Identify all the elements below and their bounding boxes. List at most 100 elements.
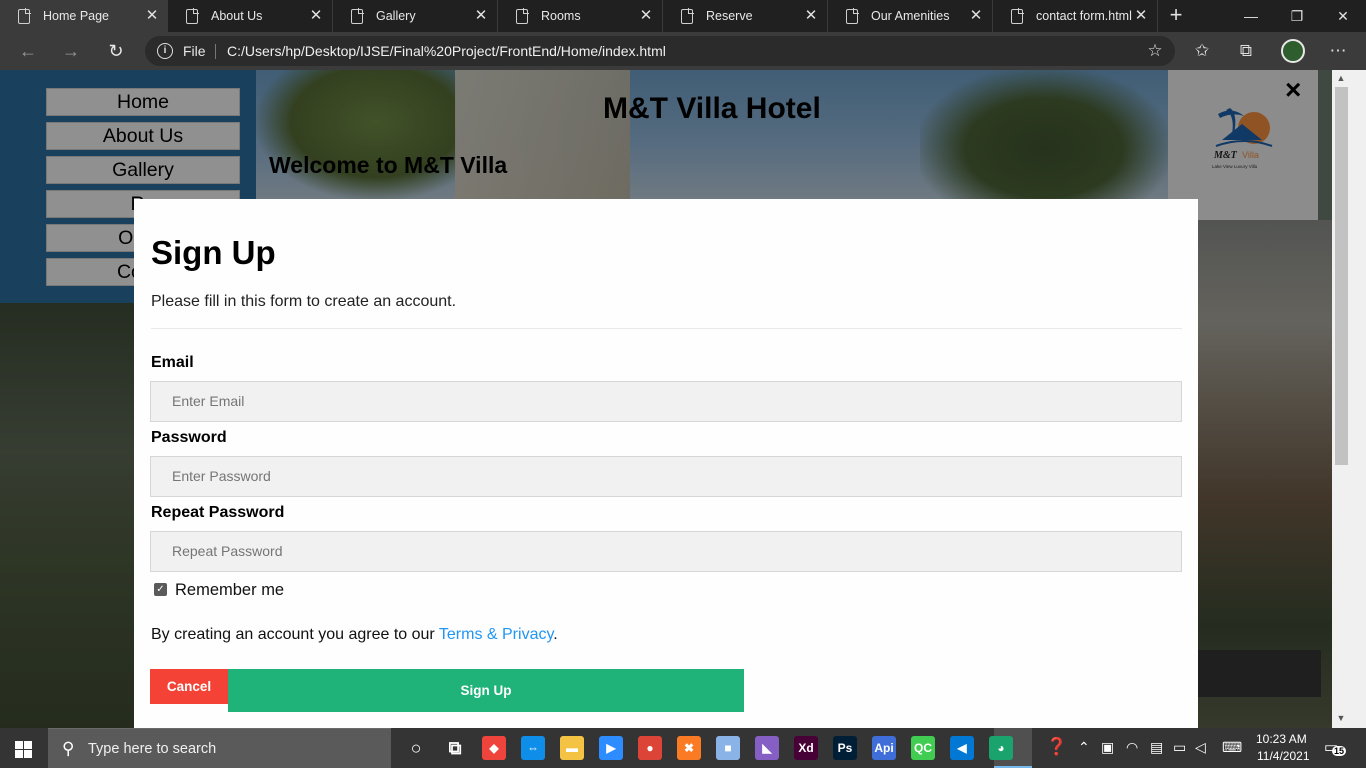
visual-studio-icon[interactable]: ◣ (755, 736, 779, 760)
remember-label: Remember me (175, 581, 285, 599)
battery-icon[interactable]: ▭ (1173, 739, 1186, 756)
anydesk-icon[interactable]: ◆ (482, 736, 506, 760)
file-explorer-icon[interactable]: ▬ (560, 736, 584, 760)
new-tab-button[interactable]: + (1158, 0, 1194, 32)
remember-checkbox[interactable]: ✓ (154, 583, 167, 596)
signup-button[interactable]: Sign Up (228, 669, 744, 712)
close-tab-icon[interactable]: ✕ (638, 8, 654, 24)
page-icon (846, 7, 859, 24)
volume-icon[interactable]: ◁ (1195, 739, 1206, 756)
adobe-xd-icon[interactable]: Xd (794, 736, 818, 760)
tab-label: Our Amenities (871, 9, 950, 23)
clock-date[interactable]: 11/4/2021 (1257, 749, 1310, 763)
tab-about-us[interactable]: About Us ✕ (168, 0, 333, 32)
tab-strip: Home Page ✕ About Us ✕ Gallery ✕ Rooms ✕… (0, 0, 1366, 32)
minimize-icon[interactable]: — (1228, 0, 1274, 32)
wifi-icon[interactable]: ◠ (1126, 739, 1138, 756)
scheme-label: File (183, 43, 206, 59)
cortana-icon[interactable]: ○ (404, 736, 428, 760)
tab-label: Home Page (43, 9, 110, 23)
page-icon (681, 7, 694, 24)
taskbar-search[interactable]: ⚲ Type here to search (48, 728, 391, 768)
divider (151, 328, 1182, 329)
profile-avatar[interactable] (1281, 39, 1305, 63)
close-tab-icon[interactable]: ✕ (308, 8, 324, 24)
qt-creator-icon[interactable]: QC (911, 736, 935, 760)
zoom-icon[interactable]: ▶ (599, 736, 623, 760)
favorites-icon[interactable]: ✩ (1192, 41, 1212, 61)
tray-app-icon[interactable]: ▣ (1101, 739, 1114, 756)
page-icon (351, 7, 364, 24)
repeat-password-field[interactable]: Repeat Password (150, 531, 1182, 572)
url-text[interactable]: C:/Users/hp/Desktop/IJSE/Final%20Project… (227, 43, 666, 59)
virtualbox-icon[interactable]: ■ (716, 736, 740, 760)
password-field[interactable]: Enter Password (150, 456, 1182, 497)
page-icon (516, 7, 529, 24)
chrome-icon[interactable]: ● (638, 736, 662, 760)
page-viewport: Home About Us Gallery Ro Our A Conta M&T… (0, 70, 1332, 728)
terms-suffix: . (553, 626, 558, 643)
refresh-icon[interactable]: ↻ (98, 32, 134, 70)
address-separator (215, 44, 216, 59)
email-label: Email (151, 354, 194, 371)
terms-link[interactable]: Terms & Privacy (439, 626, 553, 643)
close-tab-icon[interactable]: ✕ (144, 8, 160, 24)
close-tab-icon[interactable]: ✕ (803, 8, 819, 24)
background-panel (1198, 650, 1321, 697)
page-icon (186, 7, 199, 24)
tab-contact-form[interactable]: contact form.html ✕ (993, 0, 1158, 32)
search-placeholder: Type here to search (88, 741, 217, 757)
tab-gallery[interactable]: Gallery ✕ (333, 0, 498, 32)
tab-label: About Us (211, 9, 263, 23)
password-label: Password (151, 429, 227, 446)
cancel-button[interactable]: Cancel (150, 669, 228, 704)
add-favorite-icon[interactable]: ☆ (1145, 41, 1165, 61)
window-close-icon[interactable]: ✕ (1320, 0, 1366, 32)
close-tab-icon[interactable]: ✕ (1133, 8, 1149, 24)
windows-taskbar: ⚲ Type here to search ○ ⧉ ◆ ⇔ ▬ ▶ ● ✖ ■ ◣ Xd Ps Api Q… (0, 728, 1366, 768)
collections-icon[interactable]: ⧉ (1236, 41, 1256, 61)
page-icon (18, 7, 31, 24)
postman-icon[interactable]: Api (872, 736, 896, 760)
tab-label: contact form.html (1036, 9, 1132, 23)
close-tab-icon[interactable]: ✕ (473, 8, 489, 24)
terms-prefix: By creating an account you agree to our (151, 626, 439, 643)
tray-chevron-icon[interactable]: ⌃ (1078, 739, 1090, 756)
more-menu-icon[interactable]: ⋯ (1328, 41, 1348, 61)
teamviewer-icon[interactable]: ⇔ (521, 736, 545, 760)
restore-icon[interactable]: ❐ (1274, 0, 1320, 32)
windows-start-icon[interactable] (0, 728, 48, 768)
scrollbar-thumb[interactable] (1335, 87, 1348, 465)
repeat-password-label: Repeat Password (151, 504, 285, 521)
task-view-icon[interactable]: ⧉ (443, 736, 467, 760)
browser-toolbar: ← → ↻ i File C:/Users/hp/Desktop/IJSE/Fi… (0, 32, 1366, 70)
scroll-up-icon[interactable]: ▲ (1334, 73, 1348, 83)
page-icon (1011, 7, 1024, 24)
notification-icon[interactable]: ▭ 15 (1324, 738, 1347, 758)
photoshop-icon[interactable]: Ps (833, 736, 857, 760)
vscode-icon[interactable]: ◀ (950, 736, 974, 760)
edge-icon[interactable]: ◕ (989, 736, 1013, 760)
keyboard-icon[interactable]: ⌨ (1222, 739, 1242, 756)
email-field[interactable]: Enter Email (150, 381, 1182, 422)
back-arrow-icon[interactable]: ← (10, 32, 46, 70)
tab-rooms[interactable]: Rooms ✕ (498, 0, 663, 32)
tab-label: Reserve (706, 9, 753, 23)
xampp-icon[interactable]: ✖ (677, 736, 701, 760)
search-icon: ⚲ (62, 739, 75, 758)
tab-reserve[interactable]: Reserve ✕ (663, 0, 828, 32)
signup-subtitle: Please fill in this form to create an ac… (151, 293, 457, 310)
tab-our-amenities[interactable]: Our Amenities ✕ (828, 0, 993, 32)
tab-label: Gallery (376, 9, 416, 23)
address-bar[interactable]: i File C:/Users/hp/Desktop/IJSE/Final%20… (145, 36, 1175, 66)
tab-home-page[interactable]: Home Page ✕ (0, 0, 168, 32)
forward-arrow-icon[interactable]: → (53, 32, 89, 70)
notification-count: 15 (1332, 746, 1347, 756)
help-icon[interactable]: ❓ (1046, 737, 1067, 757)
terms-text: By creating an account you agree to our … (151, 626, 558, 644)
clock-time[interactable]: 10:23 AM (1256, 732, 1307, 746)
scroll-down-icon[interactable]: ▼ (1334, 713, 1348, 723)
info-icon[interactable]: i (157, 43, 173, 59)
tray-display-icon[interactable]: ▤ (1150, 739, 1163, 756)
close-tab-icon[interactable]: ✕ (968, 8, 984, 24)
